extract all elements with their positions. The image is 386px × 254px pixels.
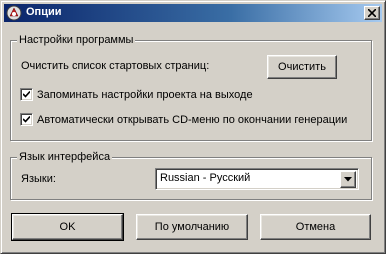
- language-group-title: Язык интерфейса: [17, 151, 113, 163]
- remember-settings-checkbox[interactable]: [20, 88, 33, 101]
- close-button[interactable]: [364, 6, 380, 20]
- language-select[interactable]: Russian - Русский: [155, 168, 359, 190]
- clear-start-pages-label: Очистить список стартовых страниц:: [21, 60, 210, 72]
- app-logo-icon: [6, 5, 22, 21]
- defaults-button[interactable]: По умолчанию: [136, 214, 248, 240]
- language-dropdown-button[interactable]: [340, 171, 356, 188]
- window-title: Опции: [26, 6, 62, 18]
- remember-settings-row[interactable]: Запоминать настройки проекта на выходе: [20, 88, 253, 101]
- program-settings-title: Настройки программы: [17, 34, 136, 46]
- checkmark-icon: [23, 116, 30, 123]
- title-bar[interactable]: Опции: [4, 4, 382, 22]
- remember-settings-label: Запоминать настройки проекта на выходе: [37, 88, 253, 101]
- options-dialog: Опции Настройки программы Очистить списо…: [0, 0, 386, 254]
- language-select-value: Russian - Русский: [160, 172, 251, 184]
- close-icon: [368, 9, 376, 17]
- clear-button[interactable]: Очистить: [267, 55, 337, 79]
- cancel-button[interactable]: Отмена: [260, 214, 371, 240]
- ok-button[interactable]: OK: [11, 213, 124, 241]
- auto-open-cd-menu-row[interactable]: Автоматически открывать CD-меню по оконч…: [20, 113, 347, 126]
- checkmark-icon: [23, 91, 30, 98]
- chevron-down-icon: [344, 177, 352, 182]
- auto-open-cd-menu-checkbox[interactable]: [20, 113, 33, 126]
- languages-label: Языки:: [21, 173, 56, 185]
- auto-open-cd-menu-label: Автоматически открывать CD-меню по оконч…: [37, 113, 348, 126]
